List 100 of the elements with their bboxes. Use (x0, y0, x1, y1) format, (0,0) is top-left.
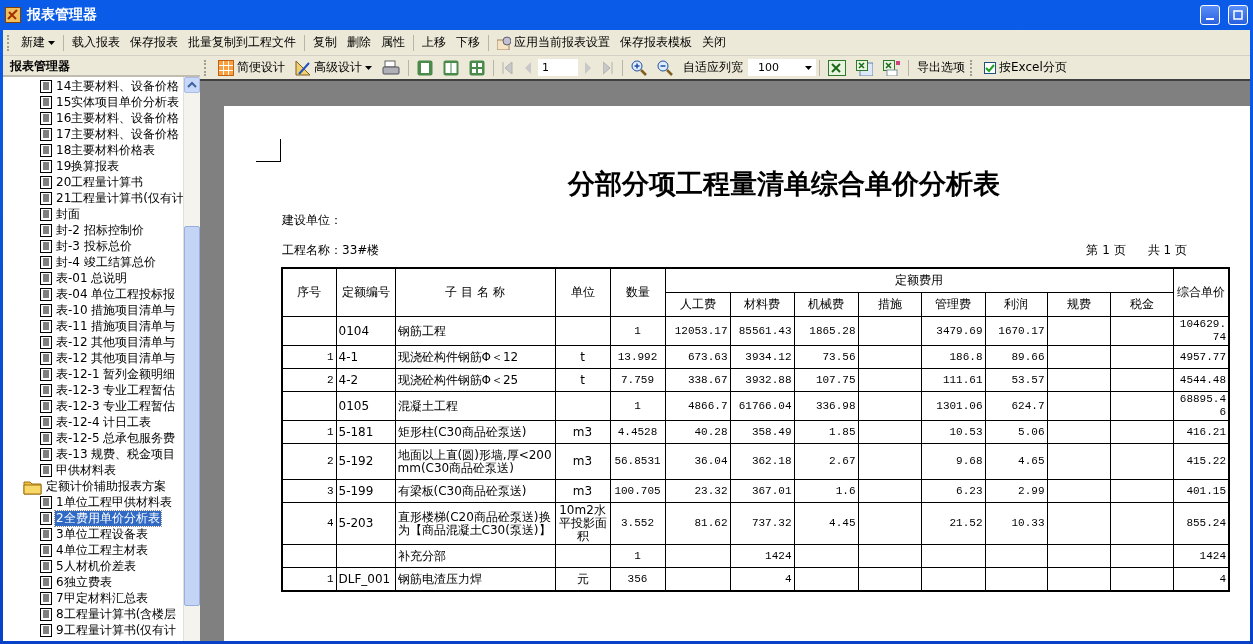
tree-item[interactable]: 表-04 单位工程投标报 (55, 286, 177, 302)
table-cell: 1424 (730, 544, 794, 568)
tree-item[interactable]: 封-2 招标控制价 (55, 222, 145, 238)
tree-item[interactable]: 表-12-5 总承包服务费 (55, 430, 177, 446)
table-cell: 4-1 (336, 345, 395, 369)
tree-item[interactable]: 7甲定材料汇总表 (55, 590, 149, 606)
builder-label: 建设单位： (282, 212, 342, 229)
tree-item[interactable]: 14主要材料、设备价格 (55, 78, 181, 94)
scroll-up-button[interactable] (184, 77, 200, 93)
toolbar-button[interactable]: 批量复制到工程文件 (183, 32, 301, 53)
toolbar-button[interactable]: 删除 (342, 32, 376, 53)
tree-item[interactable]: 2全费用单价分析表 (55, 510, 161, 526)
zoom-in-icon (631, 59, 647, 76)
toolbar-button[interactable]: 简便设计 (213, 57, 290, 78)
table-cell: 2.67 (794, 443, 858, 480)
table-cell: 3.552 (610, 502, 665, 545)
table-cell: 3934.12 (730, 345, 794, 369)
zoom-dropdown[interactable]: 100 (748, 59, 816, 76)
toolbar-button[interactable]: 导出选项 (912, 57, 970, 78)
tree-item[interactable]: 表-12-3 专业工程暂估 (55, 382, 177, 398)
scrollbar[interactable] (183, 77, 200, 641)
maximize-button[interactable] (1228, 5, 1248, 25)
tree-item[interactable]: 封-3 投标总价 (55, 238, 133, 254)
caret-icon (365, 65, 372, 70)
document-icon (40, 239, 52, 253)
tree-item[interactable]: 1单位工程甲供材料表 (55, 494, 173, 510)
tree-item[interactable]: 6独立费表 (55, 574, 113, 590)
tree-item[interactable]: 21工程量计算书(仅有计 (55, 190, 183, 206)
tree-item[interactable]: 17主要材料、设备价格 (55, 126, 181, 142)
tree-item[interactable]: 9工程量计算书(仅有计 (55, 622, 178, 638)
table-cell: 1 (610, 391, 665, 421)
tree-item[interactable]: 封-4 竣工结算总价 (55, 254, 157, 270)
tree-item[interactable]: 表-12-1 暂列金额明细 (55, 366, 177, 382)
tree-item[interactable]: 8工程量计算书(含楼层 (55, 606, 178, 622)
tree-item[interactable]: 4单位工程主材表 (55, 542, 149, 558)
tree-item[interactable]: 表-12 其他项目清单与 (55, 350, 177, 366)
tree-item[interactable]: 15实体项目单价分析表 (55, 94, 181, 110)
crop-mark-icon (256, 139, 281, 162)
table-cell: 3932.88 (730, 368, 794, 392)
tree-item[interactable]: 表-13 规费、税金项目 (55, 446, 177, 462)
toolbar-button[interactable]: 自适应列宽 (678, 57, 748, 78)
table-cell: 1 (610, 544, 665, 568)
tree-item[interactable]: 20工程量计算书 (55, 174, 145, 190)
tree-item[interactable]: 表-11 措施项目清单与 (55, 318, 177, 334)
table-cell: 6.23 (921, 479, 985, 503)
toolbar-button[interactable]: 保存报表模板 (615, 32, 697, 53)
table-cell: 362.18 (730, 443, 794, 480)
tree-item[interactable]: 表-10 措施项目清单与 (55, 302, 177, 318)
table-cell: 4 (282, 502, 336, 545)
excel-paging-checkbox[interactable]: 按Excel分页 (979, 57, 1072, 78)
tree-item[interactable]: 18主要材料价格表 (55, 142, 157, 158)
table-cell: 有梁板(C30商品砼泵送) (395, 479, 555, 503)
document-icon (40, 623, 52, 637)
toolbar-button[interactable]: 下移 (451, 32, 485, 53)
toolbar-button[interactable]: 应用当前报表设置 (492, 32, 615, 53)
column-header: 材料费 (730, 292, 794, 317)
page-field[interactable]: 1 (538, 59, 578, 76)
toolbar-button[interactable]: 保存报表 (125, 32, 183, 53)
tree-item[interactable]: 甲供材料表 (55, 462, 117, 478)
tree-item[interactable]: 封面 (55, 206, 81, 222)
tree-item[interactable]: 表-12-4 计日工表 (55, 414, 153, 430)
table-cell: 0105 (336, 391, 395, 421)
table-cell: 补充分部 (395, 544, 555, 568)
tree-item[interactable]: 3单位工程设备表 (55, 526, 149, 542)
checkbox[interactable] (984, 61, 996, 74)
toolbar-button[interactable]: 载入报表 (67, 32, 125, 53)
scroll-thumb[interactable] (184, 226, 200, 606)
toolbar-button[interactable]: 上移 (417, 32, 451, 53)
table-cell: 9.68 (921, 443, 985, 480)
document-icon (40, 223, 52, 237)
toolbar-button[interactable]: 关闭 (697, 32, 731, 53)
table-cell: 367.01 (730, 479, 794, 503)
tree-item[interactable]: 5人材机价差表 (55, 558, 137, 574)
table-cell: 336.98 (794, 391, 858, 421)
table-cell: 21.52 (921, 502, 985, 545)
previous-icon (523, 60, 533, 75)
document-icon (40, 143, 52, 157)
zoom-out-icon (657, 59, 673, 76)
toolbar-button[interactable]: 属性 (376, 32, 410, 53)
tree-item[interactable]: 定额计价辅助报表方案 (45, 478, 167, 494)
tree-item[interactable]: 19换算报表 (55, 158, 121, 174)
toolbar-button[interactable]: 复制 (308, 32, 342, 53)
minimize-button[interactable] (1200, 5, 1220, 25)
tree-item[interactable]: 表-12 其他项目清单与 (55, 334, 177, 350)
table-cell: 4-2 (336, 368, 395, 392)
tree-item[interactable]: 表-01 总说明 (55, 270, 129, 286)
tree-item[interactable]: 表-12-3 专业工程暂估 (55, 398, 177, 414)
document-icon (40, 463, 52, 477)
toolbar-button[interactable]: 高级设计 (290, 57, 377, 78)
report-title: 分部分项工程量清单综合单价分析表 (566, 167, 1001, 201)
document-icon (40, 319, 52, 333)
checkmark-icon (985, 62, 995, 73)
new-menu-button[interactable]: 新建 (16, 32, 60, 53)
table-cell: 89.66 (985, 345, 1047, 369)
document-icon (40, 543, 52, 557)
table-cell: 现浇砼构件钢筋Φ＜12 (395, 345, 555, 369)
tree-item[interactable]: 16主要材料、设备价格 (55, 110, 181, 126)
document-icon (40, 255, 52, 269)
document-icon (40, 79, 52, 93)
table-cell: m3 (555, 420, 610, 444)
